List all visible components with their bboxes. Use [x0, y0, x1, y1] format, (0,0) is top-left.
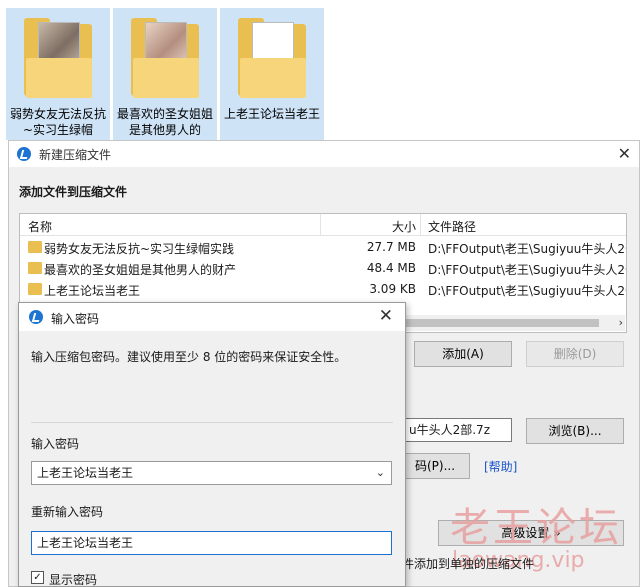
- chevron-right-icon[interactable]: ›: [619, 316, 623, 329]
- folder-tile[interactable]: 弱势女友无法反抗~实习生绿帽: [6, 8, 110, 140]
- item-path: D:\FFOutput\老王\Sugiyuu牛头人2部: [428, 242, 626, 256]
- archive-path-field[interactable]: u牛头人2部.7z: [404, 418, 512, 442]
- folder-icon: [24, 18, 92, 98]
- section-heading: 添加文件到压缩文件: [19, 185, 128, 199]
- scrollbar-thumb[interactable]: [399, 319, 599, 327]
- folder-tile[interactable]: 最喜欢的圣女姐姐是其他男人的: [113, 8, 217, 140]
- password-dialog: 输入密码 ✕ 输入压缩包密码。建议使用至少 8 位的密码来保证安全性。 输入密码…: [18, 302, 406, 587]
- folder-icon: [28, 262, 42, 274]
- item-path: D:\FFOutput\老王\Sugiyuu牛头人2部: [428, 284, 626, 298]
- show-password-checkbox[interactable]: ✓: [31, 571, 44, 584]
- list-item[interactable]: 弱势女友无法反抗~实习生绿帽实践 27.7 MB D:\FFOutput\老王\…: [20, 237, 626, 258]
- show-password-label[interactable]: 显示密码: [49, 571, 97, 587]
- folder-caption: 上老王论坛当老王: [223, 107, 320, 121]
- password-input[interactable]: 上老王论坛当老王 ⌄: [31, 461, 392, 485]
- folder-caption: 最喜欢的圣女姐姐是其他男人的: [116, 107, 213, 137]
- watermark-text: 老王论坛: [450, 505, 622, 551]
- chevron-down-icon[interactable]: ⌄: [376, 462, 385, 484]
- app-icon: [29, 310, 43, 324]
- column-header-size[interactable]: 大小: [392, 218, 416, 235]
- item-path: D:\FFOutput\老王\Sugiyuu牛头人2部: [428, 263, 626, 277]
- folder-icon: [28, 241, 42, 253]
- folder-caption: 弱势女友无法反抗~实习生绿帽: [9, 107, 106, 137]
- help-link[interactable]: [帮助]: [484, 458, 517, 475]
- item-size: 48.4 MB: [366, 261, 416, 275]
- dialog-title: 输入密码: [51, 312, 100, 326]
- list-header: 名称 大小 文件路径: [20, 214, 626, 236]
- delete-button[interactable]: 删除(D): [526, 341, 624, 367]
- dialog-titlebar[interactable]: 输入密码 ✕: [19, 303, 405, 331]
- confirm-password-label: 重新输入密码: [31, 505, 104, 519]
- item-size: 27.7 MB: [366, 240, 416, 254]
- separate-archives-option[interactable]: 件添加到单独的压缩文件: [402, 555, 534, 572]
- column-header-name[interactable]: 名称: [28, 218, 52, 235]
- column-header-path[interactable]: 文件路径: [428, 218, 476, 235]
- folder-tile[interactable]: 上老王论坛当老王: [220, 8, 324, 140]
- password-value: 上老王论坛当老王: [37, 466, 134, 480]
- close-icon[interactable]: ✕: [618, 144, 631, 163]
- browse-button[interactable]: 浏览(B)...: [526, 418, 624, 444]
- item-name: 最喜欢的圣女姐姐是其他男人的财产: [44, 263, 237, 277]
- desktop: 弱势女友无法反抗~实习生绿帽 最喜欢的圣女姐姐是其他男人的 上老王论坛当老王: [0, 0, 640, 140]
- close-icon[interactable]: ✕: [379, 306, 393, 326]
- folder-icon: [28, 283, 42, 295]
- add-button[interactable]: 添加(A): [414, 341, 512, 367]
- confirm-password-input[interactable]: 上老王论坛当老王: [31, 531, 392, 555]
- confirm-password-value: 上老王论坛当老王: [37, 536, 134, 550]
- horizontal-scrollbar[interactable]: ›: [399, 315, 625, 331]
- list-item[interactable]: 最喜欢的圣女姐姐是其他男人的财产 48.4 MB D:\FFOutput\老王\…: [20, 258, 626, 279]
- window-title: 新建压缩文件: [39, 148, 112, 162]
- item-size: 3.09 KB: [369, 282, 416, 296]
- password-button[interactable]: 码(P)...: [400, 453, 470, 479]
- window-titlebar[interactable]: 新建压缩文件 ✕: [9, 141, 639, 167]
- item-name: 弱势女友无法反抗~实习生绿帽实践: [44, 242, 235, 256]
- password-label: 输入密码: [31, 437, 80, 451]
- list-item[interactable]: 上老王论坛当老王 3.09 KB D:\FFOutput\老王\Sugiyuu牛…: [20, 279, 626, 300]
- item-name: 上老王论坛当老王: [44, 284, 141, 298]
- divider: [31, 422, 393, 423]
- folder-icon: [131, 18, 199, 98]
- folder-icon: [238, 18, 306, 98]
- dialog-info-text: 输入压缩包密码。建议使用至少 8 位的密码来保证安全性。: [31, 350, 347, 364]
- app-icon: [17, 147, 31, 161]
